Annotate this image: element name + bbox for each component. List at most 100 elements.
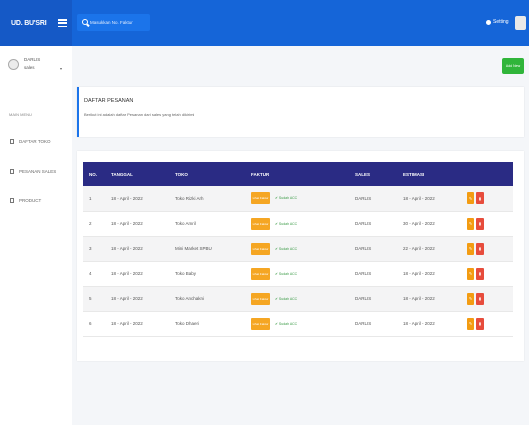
avatar	[8, 58, 19, 70]
edit-button[interactable]: ✎	[467, 267, 474, 280]
user-panel[interactable]: DARLIS sales	[8, 56, 40, 72]
cell-toko: Toko Dhaeri	[175, 321, 200, 326]
view-invoice-button[interactable]: Lihat Faktur	[251, 242, 270, 255]
view-invoice-button[interactable]: Lihat Faktur	[251, 317, 270, 330]
top-navbar: UD. BU'SRI Setting	[0, 0, 529, 46]
delete-button[interactable]: ▮	[476, 192, 484, 205]
cell-no: 2	[89, 221, 92, 226]
page-header-card: DAFTAR PESANAN Berikut ini adalah daftar…	[77, 87, 524, 137]
cell-toko: Toko Amril	[175, 221, 196, 226]
cell-estimasi: 18 - April - 2022	[403, 271, 435, 276]
sidebar: DARLIS sales ▾ MAIN MENU DAFTAR TOKO PES…	[0, 46, 72, 425]
cell-sales: DARLIS	[355, 296, 372, 301]
cell-estimasi: 18 - April - 2022	[403, 321, 435, 326]
view-invoice-button[interactable]: Lihat Faktur	[251, 217, 270, 230]
edit-button[interactable]: ✎	[467, 217, 474, 230]
column-header-tanggal: TANGGAL	[111, 171, 133, 177]
delete-button[interactable]: ▮	[476, 292, 484, 305]
cell-sales: DARLIS	[355, 246, 372, 251]
cell-tanggal: 18 - April - 2022	[111, 221, 143, 226]
sidebar-item-pesanan-sales[interactable]: PESANAN SALES	[10, 169, 56, 174]
cell-faktur: Lihat Faktur ✔ Sudah ACC	[245, 311, 349, 336]
column-header-no: NO.	[89, 171, 98, 177]
status-badge: ✔ Sudah ACC	[275, 296, 298, 301]
sidebar-item-product[interactable]: PRODUCT	[10, 198, 41, 203]
delete-button[interactable]: ▮	[476, 317, 484, 330]
cell-tanggal: 18 - April - 2022	[111, 296, 143, 301]
pencil-icon: ✎	[468, 195, 473, 201]
page-title: DAFTAR PESANAN	[84, 98, 134, 104]
check-icon: ✔	[275, 271, 278, 276]
search-icon[interactable]	[82, 19, 88, 26]
user-info: DARLIS sales	[24, 56, 40, 72]
user-name: DARLIS	[24, 57, 41, 62]
gear-icon	[486, 19, 491, 25]
cell-tanggal: 18 - April - 2022	[111, 321, 143, 326]
cell-tanggal: 18 - April - 2022	[111, 246, 143, 251]
user-avatar[interactable]	[515, 16, 526, 30]
sidebar-item-label: PESANAN SALES	[19, 169, 57, 174]
menu-toggle-icon[interactable]	[58, 19, 67, 27]
edit-button[interactable]: ✎	[467, 192, 474, 205]
table-row: 2 18 - April - 2022 Toko Amril Lihat Faktur…	[83, 211, 513, 236]
edit-button[interactable]: ✎	[467, 242, 474, 255]
cell-faktur: Lihat Faktur ✔ Sudah ACC	[245, 286, 349, 311]
cell-sales: DARLIS	[355, 195, 372, 201]
check-icon: ✔	[275, 246, 278, 251]
cell-actions: ✎ ▮	[461, 186, 513, 211]
column-header-toko: TOKO	[175, 171, 188, 177]
cell-sales: DARLIS	[355, 271, 372, 276]
view-invoice-button[interactable]: Lihat Faktur	[251, 292, 270, 305]
cell-sales: DARLIS	[355, 321, 372, 326]
delete-button[interactable]: ▮	[476, 267, 484, 280]
check-icon: ✔	[275, 296, 278, 301]
cell-actions: ✎ ▮	[461, 236, 513, 261]
add-new-button[interactable]: Add New	[502, 58, 524, 74]
cell-toko: Toko Baby	[175, 271, 197, 276]
sidebar-item-daftar-toko[interactable]: DAFTAR TOKO	[10, 139, 51, 144]
cell-estimasi: 18 - April - 2022	[403, 195, 435, 201]
cell-actions: ✎ ▮	[461, 211, 513, 236]
edit-button[interactable]: ✎	[467, 292, 474, 305]
cell-faktur: Lihat Faktur ✔ Sudah ACC	[245, 236, 349, 261]
trash-icon: ▮	[478, 221, 482, 226]
setting-menu[interactable]: Setting	[486, 19, 509, 25]
cell-estimasi: 18 - April - 2022	[403, 296, 435, 301]
edit-button[interactable]: ✎	[467, 317, 474, 330]
status-badge: ✔ Sudah ACC	[275, 196, 298, 201]
cell-faktur: Lihat Faktur ✔ Sudah ACC	[245, 211, 349, 236]
search-input[interactable]	[90, 20, 150, 25]
table-row: 1 18 - April - 2022 Toko Rizki Arh Lihat Fa…	[83, 186, 513, 211]
delete-button[interactable]: ▮	[476, 242, 484, 255]
search-box	[77, 14, 150, 31]
orders-table: NO. TANGGAL TOKO FAKTUR SALES ESTIMASI 1…	[83, 162, 513, 337]
table-row: 6 18 - April - 2022 Toko Dhaeri Lihat Faktu…	[83, 311, 513, 336]
orders-table-card: NO. TANGGAL TOKO FAKTUR SALES ESTIMASI 1…	[77, 151, 524, 361]
brand-name: UD. BU'SRI	[11, 19, 47, 27]
cell-actions: ✎ ▮	[461, 311, 513, 336]
delete-button[interactable]: ▮	[476, 217, 484, 230]
cell-tanggal: 18 - April - 2022	[111, 195, 143, 201]
view-invoice-button[interactable]: Lihat Faktur	[251, 192, 270, 205]
pencil-icon: ✎	[468, 296, 473, 301]
setting-label: Setting	[493, 19, 509, 25]
chevron-down-icon[interactable]: ▾	[60, 66, 62, 71]
cell-toko: Toko Anchakni	[175, 296, 205, 301]
status-badge: ✔ Sudah ACC	[275, 271, 298, 276]
view-invoice-button[interactable]: Lihat Faktur	[251, 267, 270, 280]
cell-faktur: Lihat Faktur ✔ Sudah ACC	[245, 261, 349, 286]
column-header-estimasi: ESTIMASI	[403, 171, 425, 177]
cell-toko: Mini Market SPBU	[175, 246, 212, 251]
cell-sales: DARLIS	[355, 221, 372, 226]
page-subtitle: Berikut ini adalah daftar Pesanan dari s…	[84, 112, 195, 117]
column-header-faktur: FAKTUR	[251, 171, 270, 177]
cell-actions: ✎ ▮	[461, 286, 513, 311]
pencil-icon: ✎	[468, 246, 473, 251]
cell-estimasi: 22 - April - 2022	[403, 246, 435, 251]
user-role: sales	[24, 65, 35, 70]
check-icon: ✔	[275, 221, 278, 226]
trash-icon: ▮	[478, 195, 482, 201]
table-row: 4 18 - April - 2022 Toko Baby Lihat Faktur ✔…	[83, 261, 513, 286]
table-row: 5 18 - April - 2022 Toko Anchakni Lihat Fak…	[83, 286, 513, 311]
document-icon	[10, 198, 14, 203]
